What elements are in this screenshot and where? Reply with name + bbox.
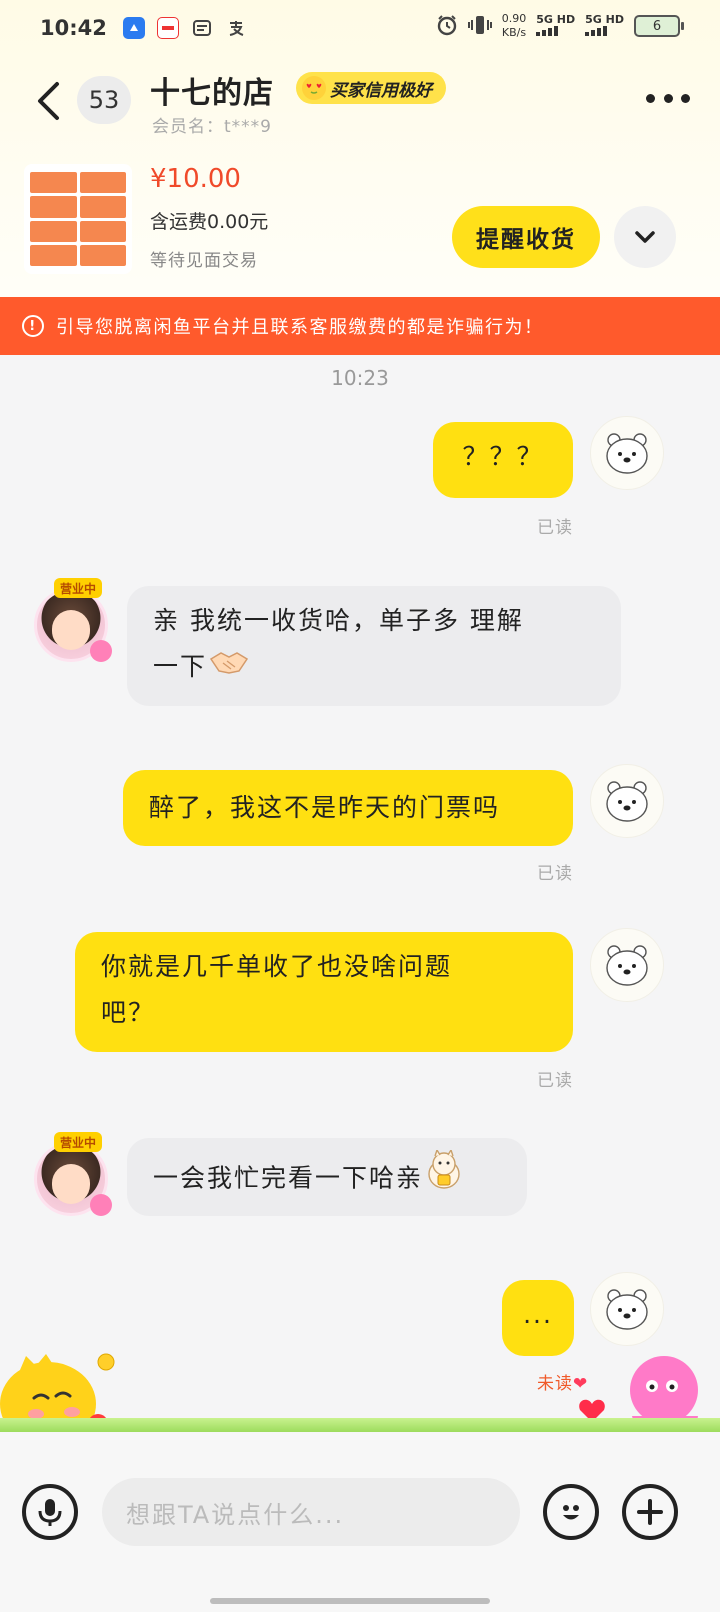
message-bubble-me[interactable]: 醉了，我这不是昨天的门票吗 xyxy=(123,770,573,846)
polar-bear-icon xyxy=(606,433,648,474)
credit-badge-label: 买家信用极好 xyxy=(330,80,432,101)
heart-eyes-icon xyxy=(302,76,326,100)
message-text-line2: 一下 xyxy=(153,652,208,681)
message-input[interactable]: 想跟TA说点什么... xyxy=(102,1478,520,1546)
fraud-warning-banner: ! 引导您脱离闲鱼平台并且联系客服缴费的都是诈骗行为！ xyxy=(0,297,720,355)
message-text: 一会我忙完看一下哈亲 xyxy=(153,1163,424,1193)
seller-avatar-face xyxy=(52,610,90,650)
red-app-icon xyxy=(156,17,179,39)
plus-icon xyxy=(637,1499,663,1525)
handshake-emoji xyxy=(209,645,249,692)
product-price: ¥10.00 xyxy=(150,164,241,194)
battery-icon: 6 xyxy=(634,15,684,37)
polar-bear-icon xyxy=(606,945,648,986)
message-text-line1: 亲 我统一收货哈，单子多 理解 xyxy=(153,606,524,635)
signal-1-label: 5G HD xyxy=(536,12,576,26)
alipay-icon xyxy=(225,17,247,39)
voice-button[interactable] xyxy=(22,1484,78,1540)
status-time: 10:42 xyxy=(40,16,107,40)
signal-2: 5G HD xyxy=(585,12,624,39)
more-button[interactable] xyxy=(646,86,690,110)
trade-status: 等待见面交易 xyxy=(150,251,258,271)
vibrate-icon xyxy=(467,14,492,39)
polar-bear-icon xyxy=(606,1289,648,1330)
message-bubble-me[interactable]: ？？？ xyxy=(433,422,573,498)
grass-decoration xyxy=(0,1418,720,1432)
chat-header: 53 十七的店 买家信用极好 会员名：t***9 xyxy=(0,62,720,142)
my-avatar[interactable] xyxy=(590,764,664,838)
message-bubble-me[interactable]: ... xyxy=(502,1280,574,1356)
status-right-group: 0.90 KB/s 5G HD 5G HD 6 xyxy=(436,12,684,40)
shipping-fee: 含运费0.00元 xyxy=(150,211,269,233)
seller-avatar-face xyxy=(52,1164,90,1204)
octopus-sticker-icon xyxy=(90,1194,112,1216)
microphone-icon xyxy=(38,1499,62,1526)
message-bubble-them[interactable]: 亲 我统一收货哈，单子多 理解 一下 xyxy=(127,586,621,706)
message-text-line1: 你就是几千单收了也没啥问题 xyxy=(101,952,453,981)
more-dot-icon xyxy=(646,93,655,103)
net-speed: 0.90 KB/s xyxy=(502,12,527,40)
alarm-icon xyxy=(436,14,458,39)
status-bar: 10:42 0.90 KB/s 5G HD 5G HD 6 xyxy=(0,0,720,56)
chevron-left-icon xyxy=(38,82,59,120)
message-bubble-me[interactable]: 你就是几千单收了也没啥问题 吧？ xyxy=(75,932,573,1052)
ticket-image xyxy=(30,172,126,266)
unread-count-badge[interactable]: 53 xyxy=(77,76,131,124)
seller-avatar[interactable]: 营业中 xyxy=(28,578,116,666)
read-status: 已读 xyxy=(537,864,573,884)
chevron-down-icon xyxy=(635,231,655,243)
input-bar: 想跟TA说点什么... xyxy=(0,1432,720,1612)
home-indicator[interactable] xyxy=(210,1598,490,1604)
unread-status-label: 未读 xyxy=(537,1374,573,1394)
octopus-sticker-icon xyxy=(90,640,112,662)
polar-bear-icon xyxy=(606,781,648,822)
add-button[interactable] xyxy=(622,1484,678,1540)
read-status: 已读 xyxy=(537,518,573,538)
emoji-button[interactable] xyxy=(543,1484,599,1540)
blue-app-icon xyxy=(122,17,145,39)
more-dot-icon xyxy=(681,93,690,103)
credit-badge[interactable]: 买家信用极好 xyxy=(296,72,446,104)
my-avatar[interactable] xyxy=(590,928,664,1002)
net-speed-unit: KB/s xyxy=(501,26,527,39)
product-thumbnail[interactable] xyxy=(24,164,132,274)
my-avatar[interactable] xyxy=(590,416,664,490)
remind-receipt-button[interactable]: 提醒收货 xyxy=(452,206,600,268)
lucky-cat-emoji xyxy=(425,1148,463,1209)
more-dot-icon xyxy=(663,93,673,103)
member-name: 会员名：t***9 xyxy=(152,117,272,137)
exclamation-icon: ! xyxy=(22,315,44,337)
chat-timestamp: 10:23 xyxy=(331,366,389,390)
signal-1: 5G HD xyxy=(536,12,576,39)
expand-button[interactable] xyxy=(614,206,676,268)
signal-2-label: 5G HD xyxy=(585,12,624,26)
open-status-tag: 营业中 xyxy=(54,578,103,598)
net-speed-value: 0.90 xyxy=(501,12,527,25)
open-status-tag: 营业中 xyxy=(54,1132,103,1152)
read-status: 已读 xyxy=(537,1071,573,1091)
warning-text: 引导您脱离闲鱼平台并且联系客服缴费的都是诈骗行为！ xyxy=(56,317,544,338)
card-app-icon xyxy=(191,17,213,39)
shop-name[interactable]: 十七的店 xyxy=(150,68,274,112)
message-text-line2: 吧？ xyxy=(101,998,156,1027)
back-button[interactable] xyxy=(30,76,66,126)
smiley-icon xyxy=(563,1505,579,1520)
seller-avatar[interactable]: 营业中 xyxy=(28,1132,116,1220)
message-bubble-them[interactable]: 一会我忙完看一下哈亲 xyxy=(127,1138,527,1216)
my-avatar[interactable] xyxy=(590,1272,664,1346)
